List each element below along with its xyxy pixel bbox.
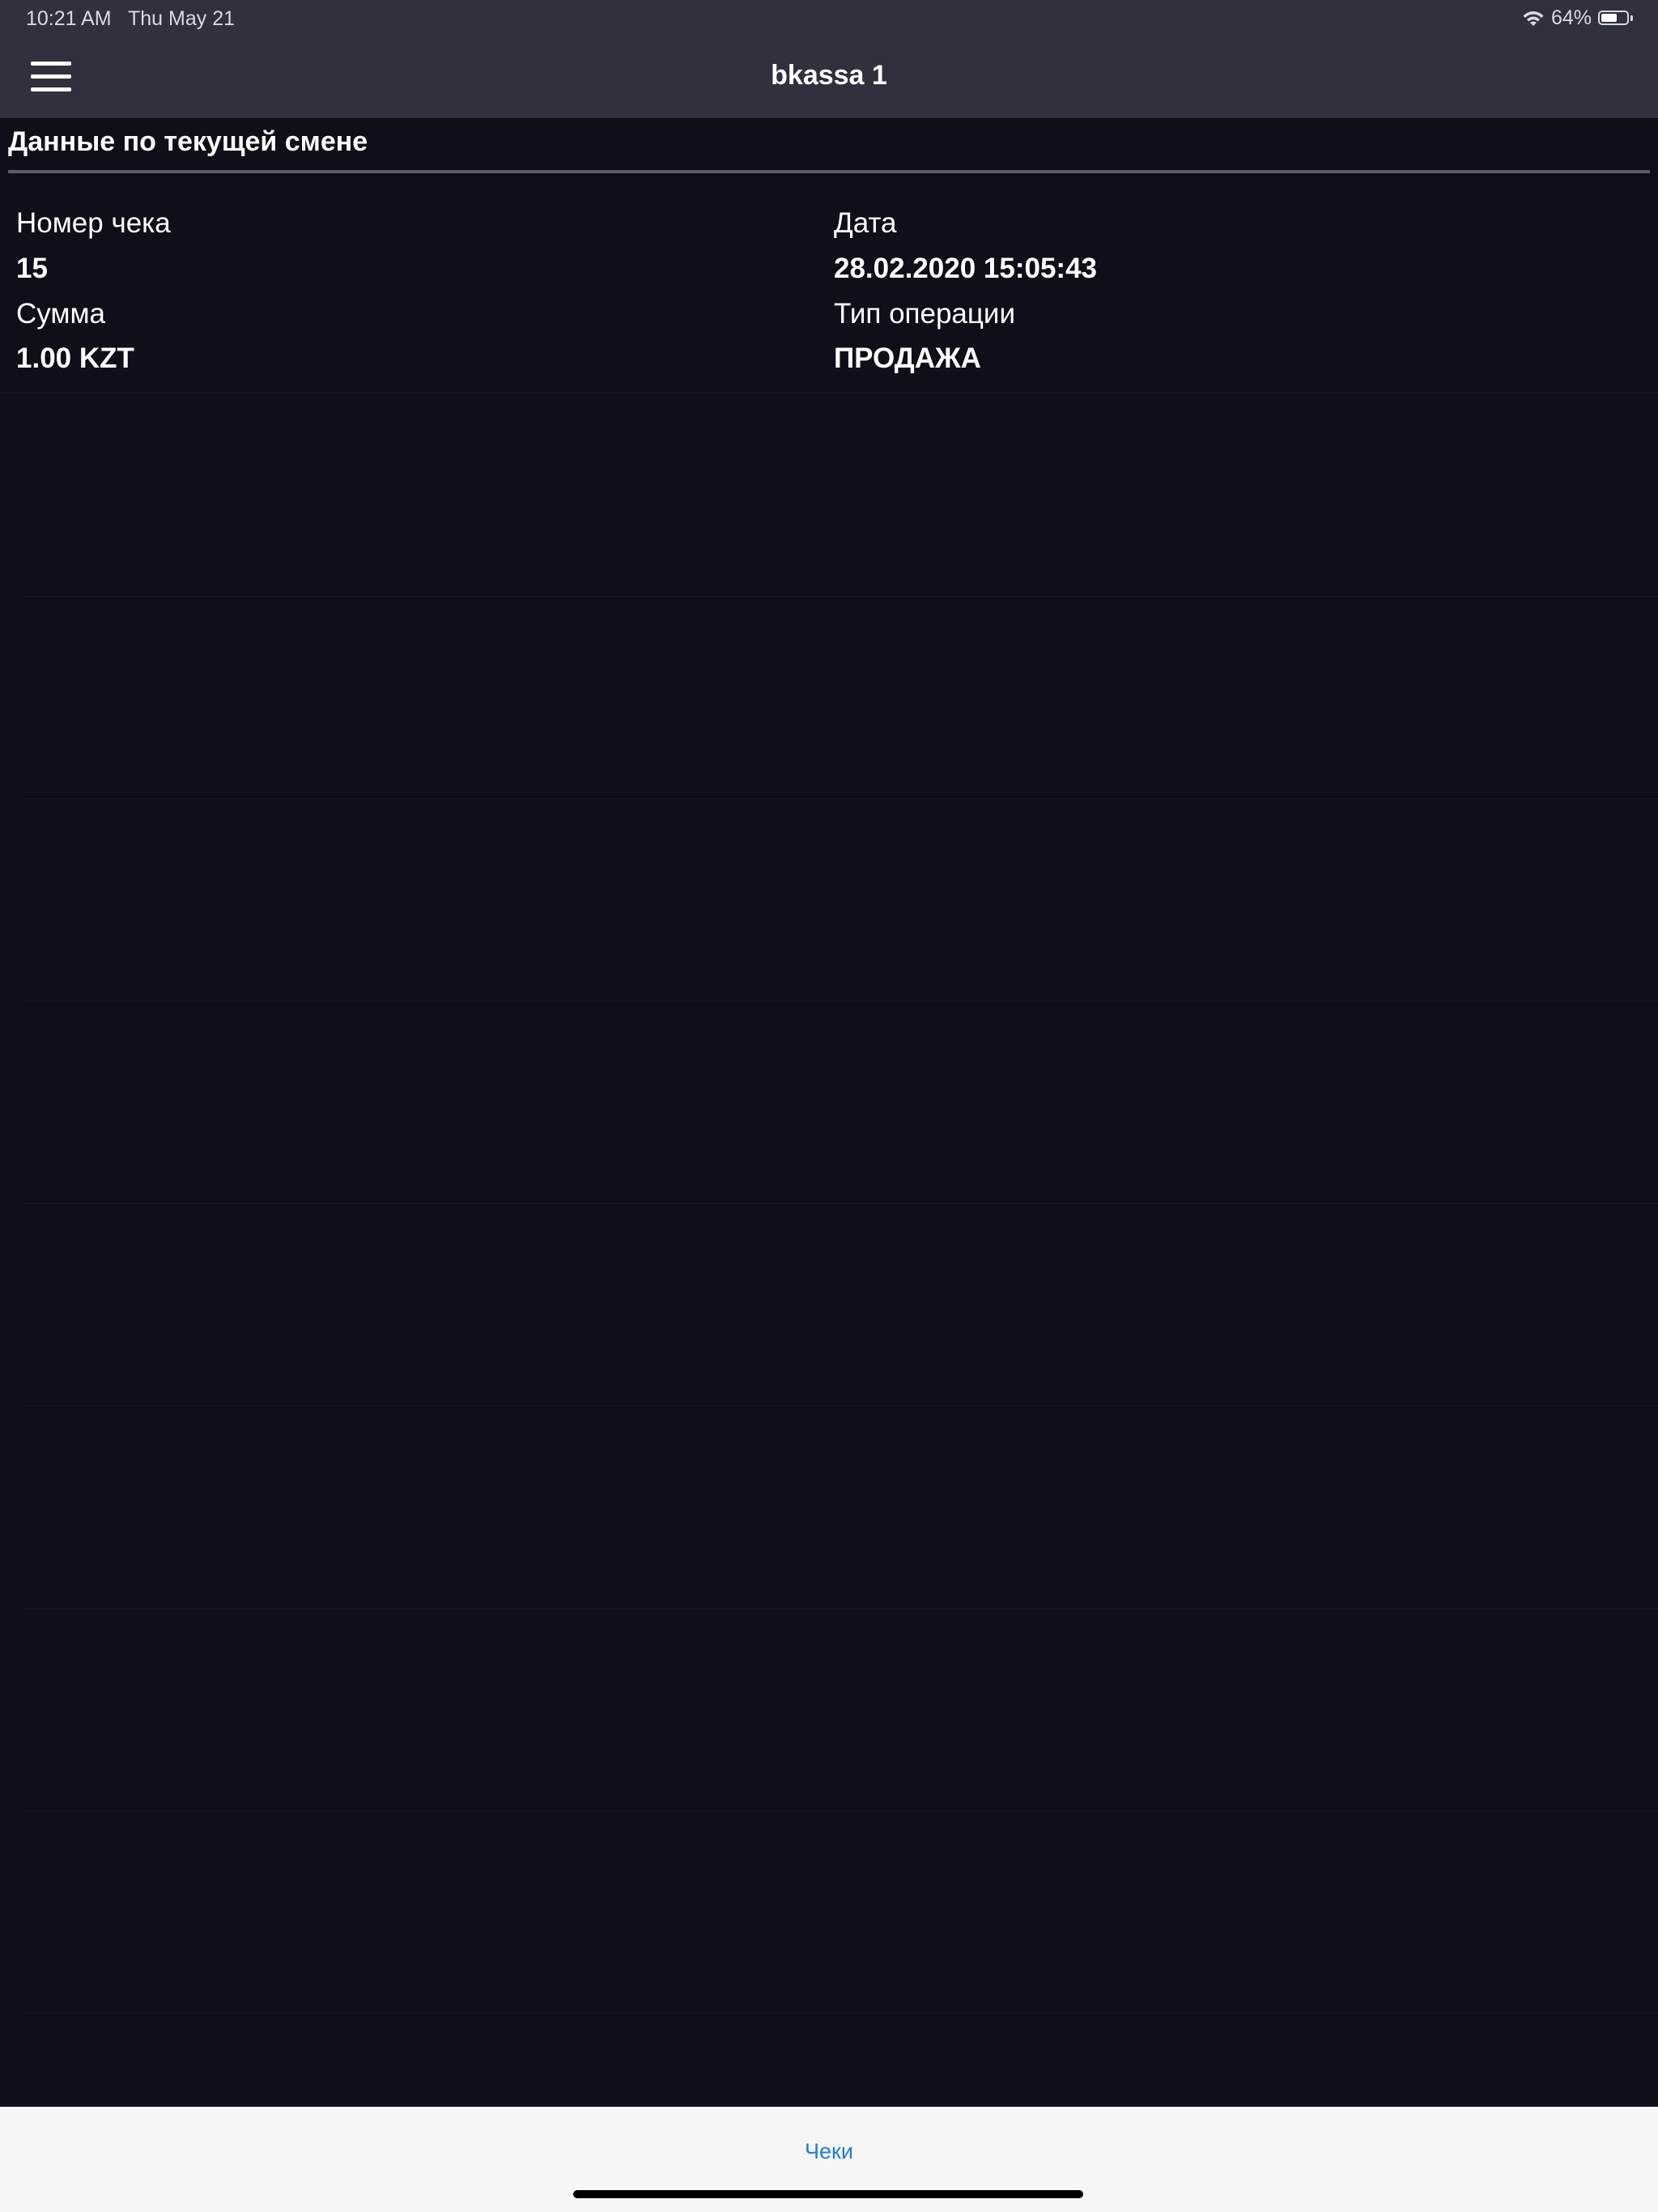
row-separator: [23, 1810, 1658, 1811]
receipt-sum-label: Сумма: [16, 298, 105, 330]
receipt-number-value: 15: [16, 253, 48, 284]
receipt-number-label: Номер чека: [16, 207, 171, 239]
row-separator: [23, 798, 1658, 799]
status-indicators: 64%: [1522, 6, 1634, 30]
receipt-date-label: Дата: [834, 207, 897, 239]
wifi-icon: [1522, 10, 1545, 28]
tab-receipts[interactable]: Чеки: [0, 2139, 1658, 2164]
row-separator: [23, 1608, 1658, 1609]
row-separator: [23, 2013, 1658, 2014]
receipt-operation-value: ПРОДАЖА: [834, 342, 981, 374]
section-title: Данные по текущей смене: [8, 126, 368, 157]
battery-icon: [1598, 10, 1634, 27]
section-divider: [8, 170, 1650, 173]
battery-level: [1601, 13, 1617, 22]
status-time: 10:21 AM: [26, 7, 112, 30]
battery-percent: 64%: [1550, 6, 1592, 29]
top-bar: 10:21 AM Thu May 21 64% bkassa 1: [0, 0, 1658, 118]
row-separator: [23, 1203, 1658, 1204]
receipt-date-value: 28.02.2020 15:05:43: [834, 253, 1097, 284]
receipt-operation-label: Тип операции: [834, 298, 1016, 330]
receipt-sum-value: 1.00 KZT: [16, 342, 134, 374]
status-bar: 10:21 AM Thu May 21 64%: [0, 0, 1658, 39]
row-separator: [23, 1001, 1658, 1002]
row-separator: [23, 596, 1658, 597]
status-date: Thu May 21: [128, 7, 236, 30]
page-title: bkassa 1: [771, 60, 887, 91]
home-indicator[interactable]: [573, 2190, 1083, 2198]
nav-bar: bkassa 1: [0, 39, 1658, 118]
